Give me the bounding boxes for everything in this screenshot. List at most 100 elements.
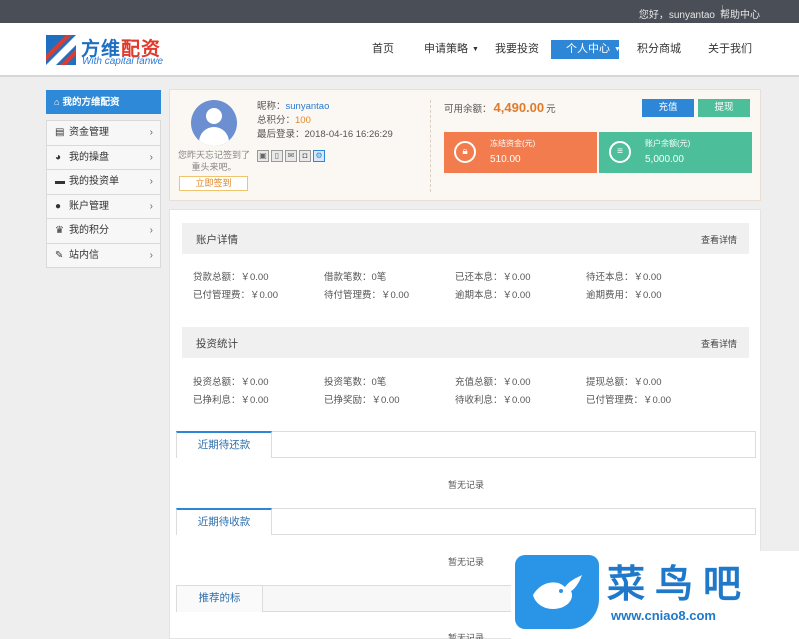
available-balance: 可用余额： 4,490.00 元 (444, 100, 556, 115)
stat-paid-fee: 已付管理费：￥0.00 (193, 290, 278, 301)
receive-tab-bar: 近期待收款 (176, 508, 756, 535)
sidebar-menu: ▤ 资金管理 › ◕ 我的操盘 › ▬ 我的投资单 › ● 账户管理 › ♛ 我的积分 › ✎ 站内信… (46, 120, 161, 268)
stat-earned-interest: 已挣利息：￥0.00 (193, 395, 269, 406)
watermark-url: www.cniao8.com (611, 608, 716, 623)
phone-icon[interactable]: ▯ (271, 150, 283, 162)
header: 方维配资 With capital fanwe 首页 申请策略 ▼ 我要投资 个人… (0, 23, 799, 77)
stat-overdue-fee: 逾期费用：￥0.00 (586, 290, 662, 301)
help-center-link[interactable]: 帮助中心 (720, 6, 760, 21)
frozen-funds-value: 510.00 (490, 154, 521, 165)
sidebar: ⌂ 我的方维配资 ▤ 资金管理 › ◕ 我的操盘 › ▬ 我的投资单 › ● 账户管理 › ♛ 我的… (46, 90, 161, 268)
caret-down-icon: ▼ (614, 46, 621, 53)
avatar[interactable] (191, 100, 237, 146)
stat-pending-interest: 待收利息：￥0.00 (455, 395, 531, 406)
sign-in-button[interactable]: 立即签到 (179, 176, 248, 191)
frozen-funds-label: 冻结资金(元) (490, 139, 536, 148)
chevron-right-icon: › (149, 151, 153, 163)
watermark: 菜鸟吧 www.cniao8.com (511, 551, 799, 639)
stat-to-repay: 待还本息：￥0.00 (586, 272, 662, 283)
lock-icon: 🔒︎ (454, 141, 476, 163)
verification-icons: ▣ ▯ ✉ ◘ ⚙ (257, 150, 327, 162)
nav-apply-strategy[interactable]: 申请策略 ▼ (424, 40, 479, 59)
investment-stats-header: 投资统计 查看详情 (182, 327, 749, 358)
email-icon[interactable]: ✉ (285, 150, 297, 162)
watermark-title: 菜鸟吧 (607, 561, 752, 606)
nav-personal-center[interactable]: 个人中心 ▼ (551, 40, 621, 59)
chevron-right-icon: › (149, 176, 153, 187)
coins-icon: ≡ (609, 141, 631, 163)
wallet-icon: ▬ (55, 176, 65, 187)
lock-icon[interactable]: ◘ (299, 150, 311, 162)
profile-divider (430, 100, 431, 192)
message-icon: ✎ (55, 249, 64, 261)
account-balance-label: 账户余额(元) (645, 139, 691, 148)
last-login-value: 2018-04-16 16:26:29 (304, 129, 393, 140)
stat-paid-management-fee: 已付管理费：￥0.00 (586, 395, 671, 406)
investment-stats-title: 投资统计 (196, 338, 238, 350)
sidebar-item-fund-management[interactable]: ▤ 资金管理 › (47, 121, 160, 146)
chevron-right-icon: › (149, 225, 153, 236)
investment-stats-more-link[interactable]: 查看详情 (701, 337, 737, 350)
profile-summary: 您昨天忘记签到了重头来吧。 立即签到 昵称：sunyantao 总积分：100 … (169, 89, 761, 201)
nav-points-mall[interactable]: 积分商城 (637, 40, 681, 59)
account-details-more-link[interactable]: 查看详情 (701, 233, 737, 246)
sidebar-item-my-investments[interactable]: ▬ 我的投资单 › (47, 170, 160, 195)
account-details-title: 账户详情 (196, 234, 238, 246)
balance-label: 可用余额： (444, 104, 492, 115)
account-details-header: 账户详情 查看详情 (182, 223, 749, 254)
stat-loan-count: 借款笔数：0笔 (324, 272, 387, 283)
sidebar-title[interactable]: ⌂ 我的方维配资 (46, 90, 161, 114)
stat-invest-total: 投资总额：￥0.00 (193, 377, 269, 388)
sign-in-message: 您昨天忘记签到了重头来吧。 (178, 150, 251, 172)
tab-recommended-loans[interactable]: 推荐的标 (176, 585, 263, 612)
bird-icon (533, 575, 582, 609)
stat-overdue-principal: 逾期本息：￥0.00 (455, 290, 531, 301)
sidebar-item-my-points[interactable]: ♛ 我的积分 › (47, 219, 160, 244)
chevron-right-icon: › (149, 249, 153, 261)
stat-invest-count: 投资笔数：0笔 (324, 377, 387, 388)
avatar-head (206, 108, 222, 124)
user-icon: ● (55, 200, 62, 212)
settings-icon[interactable]: ⚙ (313, 150, 325, 162)
tab-upcoming-receivable[interactable]: 近期待收款 (176, 508, 272, 535)
last-login-label: 最后登录： (257, 129, 305, 140)
top-bar: 您好，sunyantao 帮助中心 (0, 0, 799, 23)
user-info: 昵称：sunyantao 总积分：100 最后登录：2018-04-16 16:… (257, 100, 393, 142)
tab-upcoming-repayment[interactable]: 近期待还款 (176, 431, 272, 458)
avatar-body (199, 127, 229, 146)
stat-pending-fee: 待付管理费：￥0.00 (324, 290, 409, 301)
balance-unit: 元 (546, 104, 556, 115)
account-balance-card: ≡ 账户余额(元) 5,000.00 (599, 132, 752, 173)
main-nav: 首页 申请策略 ▼ 我要投资 个人中心 ▼ 积分商城 关于我们 (0, 40, 799, 60)
sidebar-item-my-trading[interactable]: ◕ 我的操盘 › (47, 145, 160, 170)
nav-invest[interactable]: 我要投资 (495, 40, 539, 59)
id-card-icon[interactable]: ▣ (257, 150, 269, 162)
stat-earned-reward: 已挣奖励：￥0.00 (324, 395, 400, 406)
chevron-right-icon: › (149, 127, 153, 138)
crown-icon: ♛ (55, 225, 64, 236)
money-icon: ▤ (55, 127, 65, 138)
chart-pie-icon: ◕ (55, 151, 62, 163)
points-value: 100 (295, 115, 311, 126)
sidebar-item-messages[interactable]: ✎ 站内信 › (47, 243, 160, 268)
repay-tab-bar: 近期待还款 (176, 431, 756, 458)
frozen-funds-card: 🔒︎ 冻结资金(元) 510.00 (444, 132, 597, 173)
home-icon: ⌂ (54, 97, 60, 107)
withdraw-button[interactable]: 提现 (698, 99, 750, 117)
chevron-right-icon: › (149, 200, 153, 212)
points-label: 总积分： (257, 115, 296, 126)
nav-home[interactable]: 首页 (372, 40, 394, 59)
nickname-value: sunyantao (285, 101, 330, 112)
stat-loan-total: 贷款总额：￥0.00 (193, 272, 269, 283)
watermark-logo (515, 555, 599, 629)
stat-recharge-total: 充值总额：￥0.00 (455, 377, 531, 388)
sidebar-item-account-management[interactable]: ● 账户管理 › (47, 194, 160, 219)
stat-withdraw-total: 提现总额：￥0.00 (586, 377, 662, 388)
recharge-button[interactable]: 充值 (642, 99, 694, 117)
greeting-text: 您好，sunyantao (638, 10, 715, 21)
nickname-label: 昵称： (257, 101, 286, 112)
stat-repaid: 已还本息：￥0.00 (455, 272, 531, 283)
account-balance-value: 5,000.00 (645, 154, 684, 165)
caret-down-icon: ▼ (472, 46, 479, 53)
nav-about-us[interactable]: 关于我们 (708, 40, 752, 59)
